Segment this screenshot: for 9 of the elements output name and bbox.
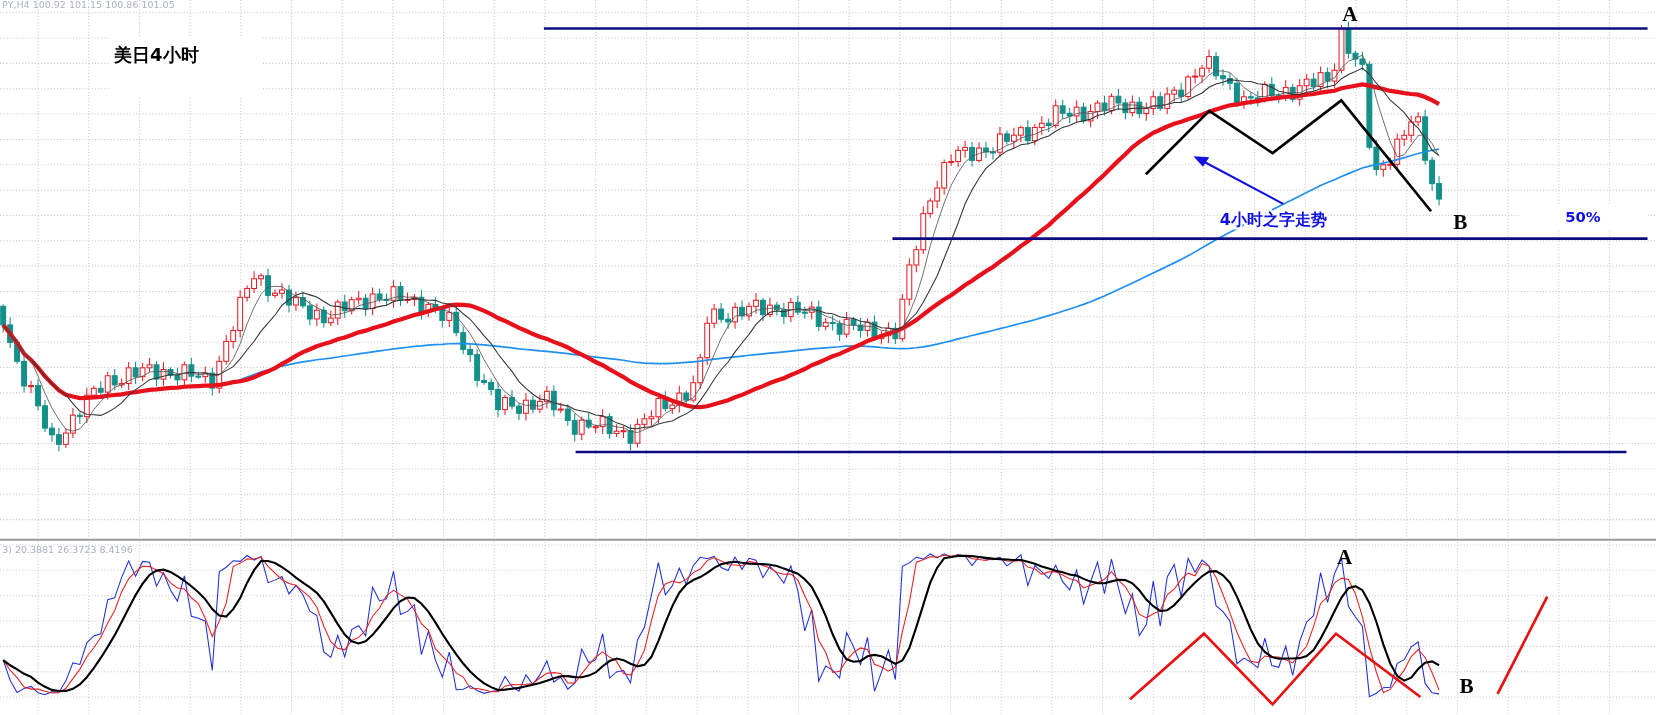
chart-header: PY,H4 100.92 101.15 100.86 101.05 [2, 0, 175, 11]
indicator-header: 3) 20.3881 26.3723 8.4196 [2, 544, 133, 556]
level-label: 50% [1565, 207, 1601, 225]
trough-label: B [1459, 673, 1474, 698]
chart-title: 美日4小时 [114, 44, 199, 66]
arrow-icon [1193, 156, 1284, 205]
trough-label: B [1453, 210, 1468, 235]
peak-label: A [1337, 544, 1353, 569]
peak-label: A [1342, 2, 1358, 27]
